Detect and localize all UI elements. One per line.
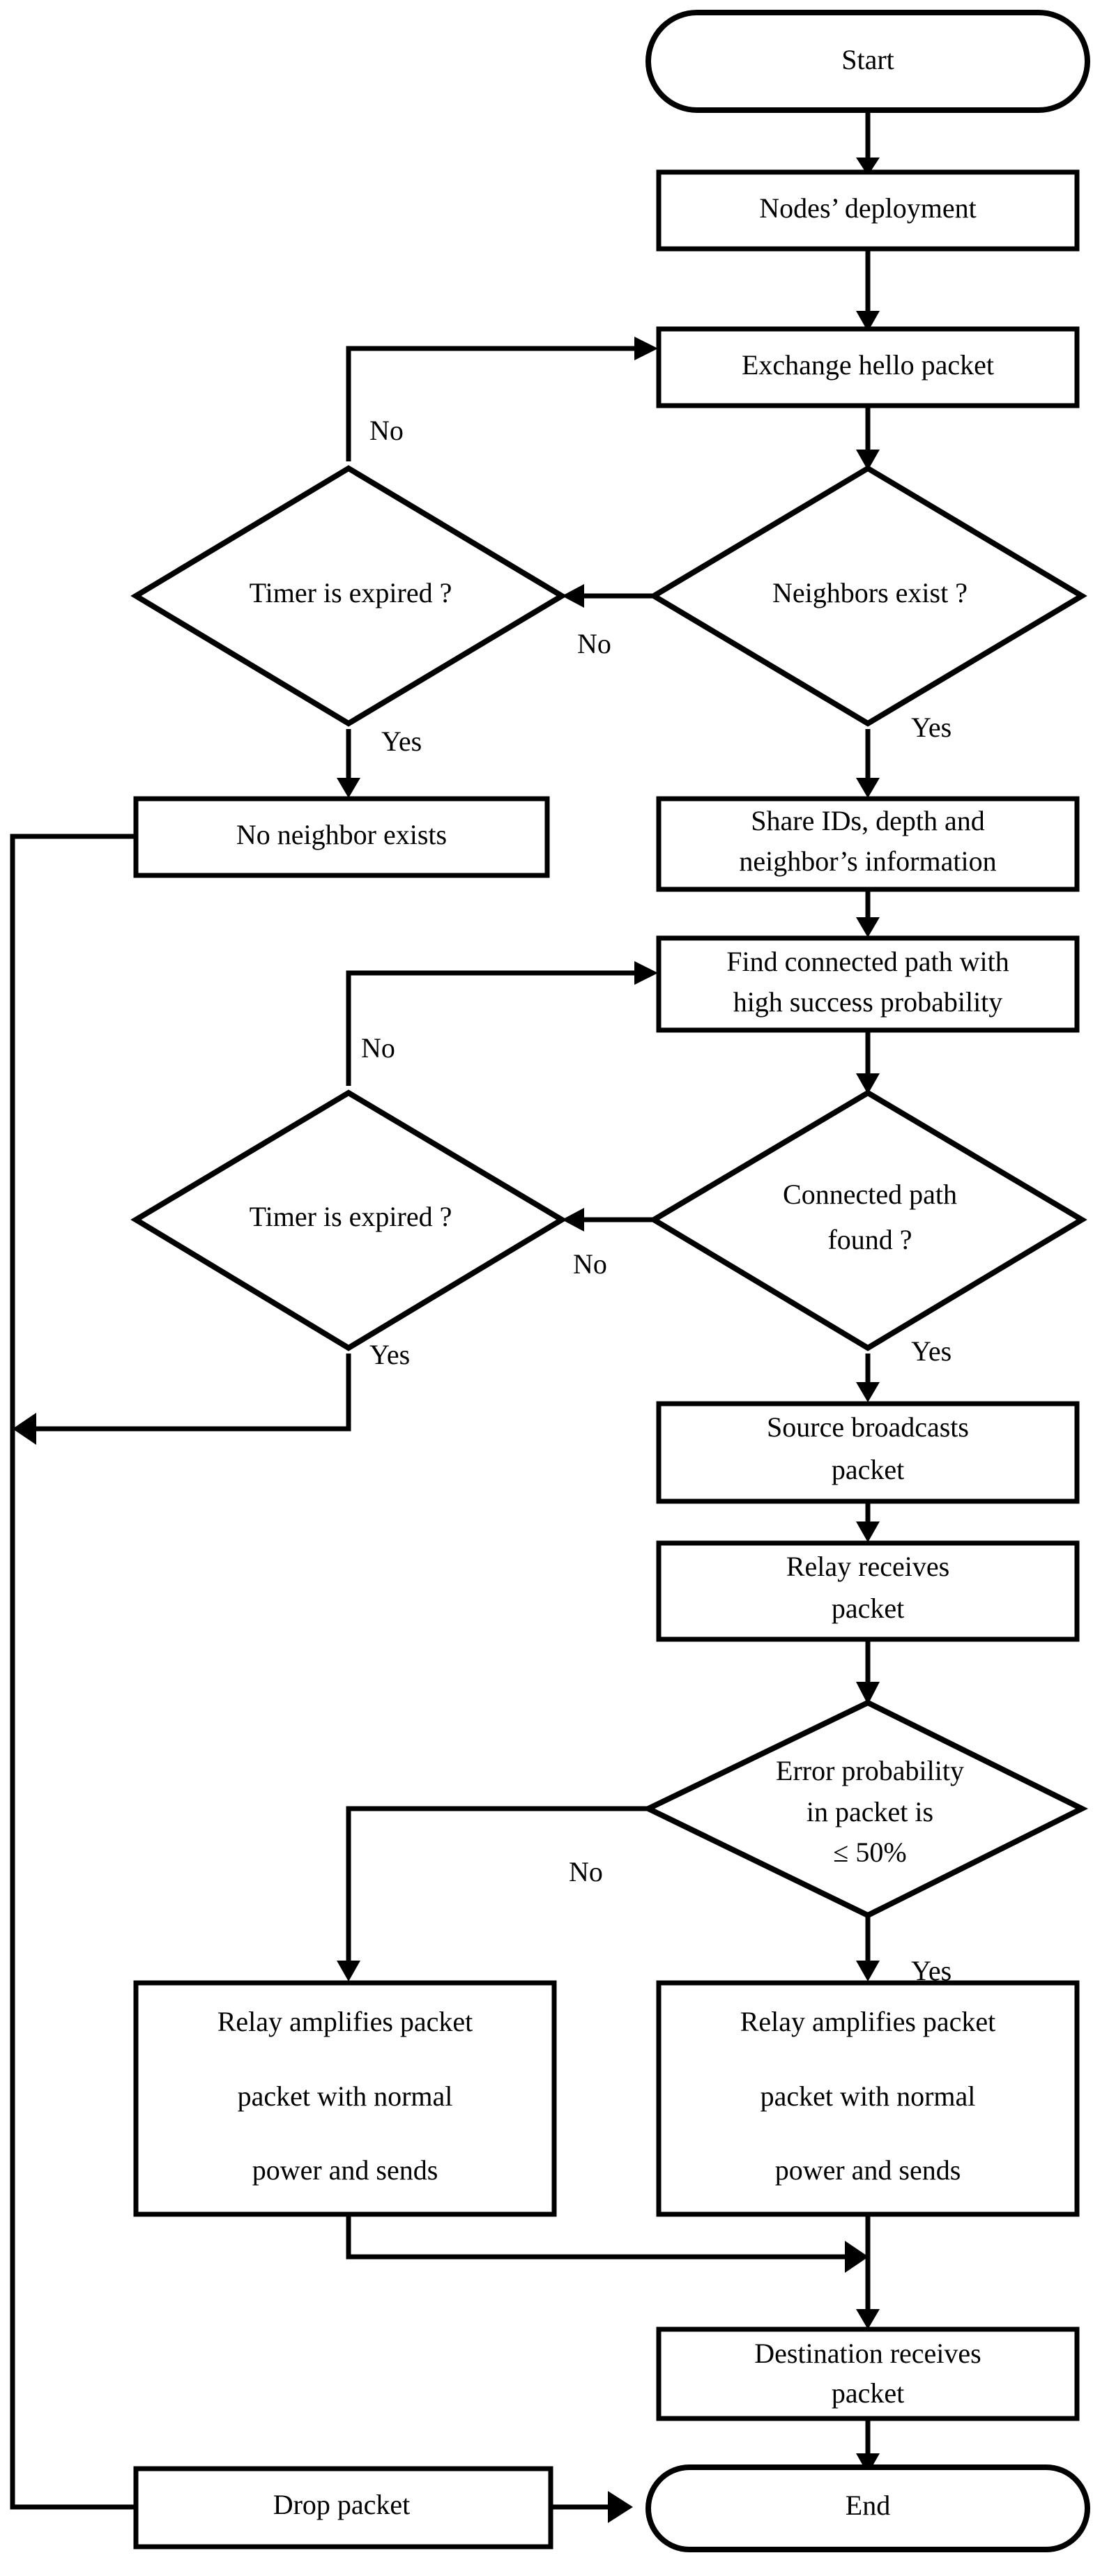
relayleft-label-line2: packet with normal [238,2080,453,2112]
edge-timer2-no-to-findpath [346,970,636,1086]
arrowhead-errorprob-relayleft [337,1961,360,1981]
relayright-label-line3: power and sends [775,2154,961,2186]
relayreceives-label-line2: packet [832,1593,904,1624]
edge-label-neighbors-yes: Yes [911,712,951,743]
flowchart-canvas: Start Nodes’ deployment Exchange hello p… [0,0,1116,2576]
edge-errorprob-no-to-relayleft [346,1806,648,1962]
end-label: End [846,2490,890,2521]
arrowhead-errorprob-relayright [856,1961,880,1981]
node-timer2-decision[interactable]: Timer is expired ? [130,1089,567,1351]
findpath-label-line1: Find connected path with [726,946,1009,977]
edge-label-timer1-no: No [369,415,404,446]
node-start[interactable]: Start [645,10,1090,113]
destination-label-line2: packet [832,2377,904,2409]
pathfound-label-line2: found ? [827,1224,912,1255]
deployment-label: Nodes’ deployment [759,192,976,224]
node-exchange-hello-packet[interactable]: Exchange hello packet [656,326,1080,408]
arrowhead-relayright-destination [856,2309,880,2329]
errorprob-label-line1: Error probability [776,1755,964,1786]
arrowhead-neighbors-shareids [856,778,880,798]
shareids-label-line1: Share IDs, depth and [751,805,984,836]
node-neighbors-exist-decision[interactable]: Neighbors exist ? [648,465,1087,727]
node-connected-path-found-decision[interactable]: Connected path found ? [648,1089,1087,1351]
edge-noneighbor-to-left-rail [10,834,255,2510]
node-relay-amplifies-left[interactable]: Relay amplifies packet packet with norma… [133,1980,557,2217]
arrowhead-source-relayreceives [856,1521,880,1542]
timer1-label: Timer is expired ? [250,577,452,608]
shareids-label-line2: neighbor’s information [739,845,996,877]
node-source-broadcasts-packet[interactable]: Source broadcasts packet [656,1401,1080,1504]
source-label-line1: Source broadcasts [767,1411,969,1443]
node-timer1-decision[interactable]: Timer is expired ? [130,465,567,727]
edge-label-timer2-no: No [361,1032,395,1064]
noneighbor-label: No neighbor exists [236,819,447,850]
relayleft-label-line3: power and sends [252,2154,438,2186]
node-drop-packet[interactable]: Drop packet [133,2466,553,2550]
node-relay-receives-packet[interactable]: Relay receives packet [656,1540,1080,1642]
node-share-ids[interactable]: Share IDs, depth and neighbor’s informat… [656,796,1080,892]
destination-label-line1: Destination receives [754,2338,981,2369]
edge-label-timer2-yes: Yes [369,1339,410,1370]
pathfound-diamond-shape [648,1089,1087,1351]
timer2-label: Timer is expired ? [250,1201,452,1232]
neighbors-label: Neighbors exist ? [772,577,968,608]
node-nodes-deployment[interactable]: Nodes’ deployment [656,169,1080,252]
errorprob-label-line3: ≤ 50% [833,1837,906,1868]
errorprob-label-line2: in packet is [807,1796,933,1827]
start-label: Start [841,44,894,75]
relayleft-label-line1: Relay amplifies packet [217,2006,473,2037]
edge-label-path-yes: Yes [911,1335,951,1367]
node-destination-receives-packet[interactable]: Destination receives packet [656,2326,1080,2421]
relayreceives-label-line1: Relay receives [786,1551,949,1582]
pathfound-label-line1: Connected path [783,1179,957,1210]
edge-timer2-yes-to-left-rail [36,1354,351,1432]
edge-label-error-no: No [569,1856,603,1887]
edge-label-path-no: No [573,1248,607,1280]
edge-label-error-yes: Yes [911,1955,951,1986]
relayright-label-line1: Relay amplifies packet [740,2006,996,2037]
arrowhead-timer1-noneighbor [337,778,360,798]
node-no-neighbor-exists[interactable]: No neighbor exists [133,796,550,878]
relayright-label-line2: packet with normal [760,2080,976,2112]
node-find-connected-path[interactable]: Find connected path with high success pr… [656,935,1080,1033]
hello-label: Exchange hello packet [742,349,994,381]
arrowhead-shareids-findpath [856,917,880,937]
node-relay-amplifies-right[interactable]: Relay amplifies packet packet with norma… [656,1980,1080,2217]
node-error-probability-decision[interactable]: Error probability in packet is ≤ 50% [641,1699,1088,1919]
arrowhead-pathfound-source [856,1382,880,1402]
arrowhead-relayleft-merge [845,2241,869,2273]
arrowhead-timer2-left-rail [13,1413,36,1445]
edge-relayleft-to-merge [346,2214,845,2260]
node-end[interactable]: End [645,2464,1090,2552]
flowchart-svg: Start Nodes’ deployment Exchange hello p… [10,10,1090,2552]
arrowhead-timer1-hello [634,337,658,360]
source-label-line2: packet [832,1454,904,1485]
findpath-label-line2: high success probability [733,986,1003,1018]
arrowhead-drop-end [608,2491,633,2523]
edge-label-timer1-yes: Yes [381,726,422,757]
edge-label-neighbors-no: No [577,628,611,659]
drop-label: Drop packet [273,2489,411,2520]
arrowhead-timer2-findpath [634,961,658,985]
